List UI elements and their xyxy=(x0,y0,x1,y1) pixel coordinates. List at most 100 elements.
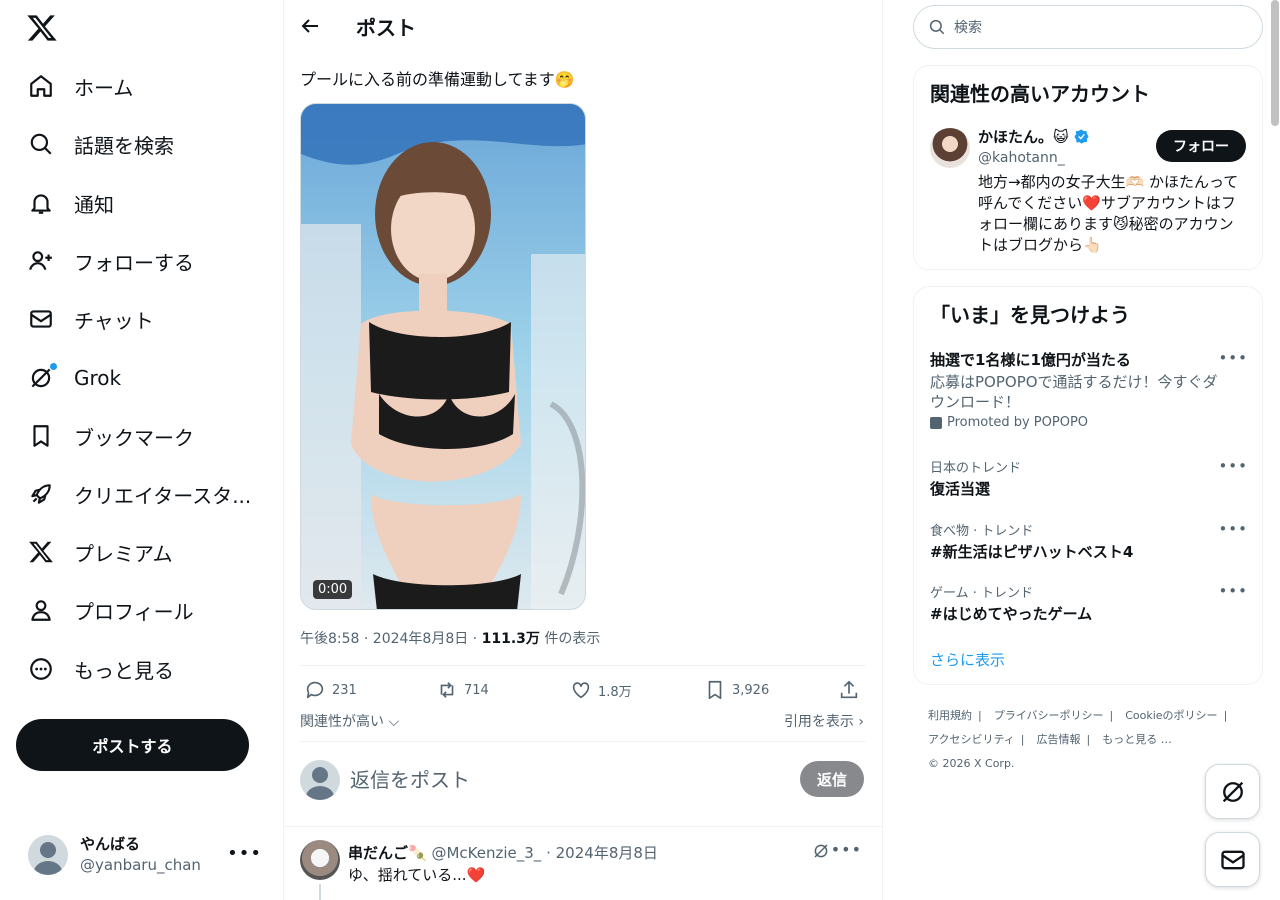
nav-more[interactable]: もっと見る xyxy=(16,644,186,694)
reply-header: 串だんご🍡 @McKenzie_3_ · 2024年8月8日 xyxy=(348,842,658,863)
main-header: ポスト xyxy=(284,0,882,53)
trend-item[interactable]: ••• 抽選で1名様に1億円が当たる 応募はPOPOPOで通話するだけ！今すぐダ… xyxy=(930,349,1248,430)
footer-separator: | xyxy=(1020,733,1025,746)
page-title: ポスト xyxy=(356,16,416,40)
reply-button[interactable]: 返信 xyxy=(800,761,864,797)
footer-link[interactable]: 利用規約 xyxy=(928,709,972,722)
footer-link[interactable]: アクセシビリティ xyxy=(928,733,1015,746)
search-input[interactable]: 検索 xyxy=(913,5,1263,49)
back-arrow-icon[interactable] xyxy=(298,14,322,38)
more-icon[interactable]: ••• xyxy=(831,840,862,859)
thread-line xyxy=(319,884,321,900)
repost-count: 714 xyxy=(464,682,489,698)
nav-bookmarks[interactable]: ブックマーク xyxy=(16,411,206,461)
nav-notifications[interactable]: 通知 xyxy=(16,178,126,228)
trend-item[interactable]: ••• 食べ物 · トレンド #新生活はピザハットベスト4 xyxy=(930,520,1248,562)
sort-label: 関連性が高い xyxy=(300,714,384,730)
mail-icon xyxy=(30,310,52,328)
reply-author-handle[interactable]: @McKenzie_3_ xyxy=(431,844,541,862)
bookmark-icon xyxy=(708,680,722,700)
nav-home[interactable]: ホーム xyxy=(16,61,145,111)
nav-grok[interactable]: Grok xyxy=(16,353,133,403)
like-action[interactable]: 1.8万 xyxy=(570,676,632,704)
nav-follow[interactable]: フォローする xyxy=(16,236,206,286)
rec-name-text: かほたん。😺 xyxy=(978,128,1069,146)
x-logo-icon[interactable] xyxy=(26,12,58,44)
verified-badge-icon xyxy=(1074,129,1089,144)
mail-icon xyxy=(1220,850,1245,869)
promoted-label: Promoted by POPOPO xyxy=(930,415,1248,430)
footer-link[interactable]: Cookieのポリシー xyxy=(1125,709,1217,722)
rec-account-handle[interactable]: @kahotann_ xyxy=(978,150,1065,166)
trend-item[interactable]: ••• ゲーム · トレンド #はじめてやったゲーム xyxy=(930,582,1248,624)
share-icon xyxy=(840,680,858,699)
account-switcher[interactable]: やんばる @yanbaru_chan ••• xyxy=(16,825,274,885)
post-timestamp[interactable]: 午後8:58 · 2024年8月8日 · xyxy=(300,631,482,647)
view-count-suffix: 件の表示 xyxy=(539,631,601,647)
footer-link[interactable]: プライバシーポリシー xyxy=(994,709,1104,722)
footer-link[interactable]: もっと見る … xyxy=(1102,733,1172,746)
messages-fab[interactable] xyxy=(1205,832,1260,887)
avatar[interactable] xyxy=(300,840,340,880)
divider xyxy=(284,826,882,827)
more-icon[interactable]: ••• xyxy=(1218,457,1248,475)
more-icon[interactable]: ••• xyxy=(1218,520,1248,538)
post-text: プールに入る前の準備運動してます🤭 xyxy=(300,70,575,89)
nav-label: チャット xyxy=(74,308,154,333)
like-count: 1.8万 xyxy=(598,684,632,700)
reply-author-name[interactable]: 串だんご🍡 xyxy=(348,844,427,862)
grok-icon[interactable] xyxy=(812,842,830,860)
nav-profile[interactable]: プロフィール xyxy=(16,585,206,635)
rec-account-name[interactable]: かほたん。😺 xyxy=(978,126,1090,147)
nav-explore[interactable]: 話題を検索 xyxy=(16,119,186,169)
more-icon[interactable]: ••• xyxy=(1218,349,1248,367)
video-player[interactable]: 0:00 xyxy=(300,103,586,610)
trend-name: 抽選で1名様に1億円が当たる xyxy=(930,351,1131,369)
reply-count: 231 xyxy=(332,682,357,698)
divider xyxy=(300,741,866,742)
view-quotes-link[interactable]: 引用を表示 › xyxy=(784,711,864,731)
reply-post[interactable]: 串だんご🍡 @McKenzie_3_ · 2024年8月8日 ••• ゆ、揺れて… xyxy=(300,840,866,900)
rec-account-bio: 地方→都内の女子大生🫶🏻 かほたんって呼んでください❤️サブアカウントはフォロー… xyxy=(978,173,1239,254)
notification-dot xyxy=(50,363,57,370)
nav-premium[interactable]: プレミアム xyxy=(16,527,185,577)
trend-description: 応募はPOPOPOで通話するだけ！今すぐダウンロード！ xyxy=(930,373,1218,411)
footer-separator: | xyxy=(978,709,982,722)
card-title: 「いま」を見つけよう xyxy=(930,303,1130,327)
share-action[interactable] xyxy=(838,676,866,704)
avatar[interactable] xyxy=(930,128,970,168)
follow-button[interactable]: フォロー xyxy=(1156,130,1246,162)
more-icon[interactable]: ••• xyxy=(1218,582,1248,600)
trend-name: #はじめてやったゲーム xyxy=(930,605,1093,623)
chevron-down-icon: ⌵ xyxy=(388,714,400,730)
show-more-link[interactable]: さらに表示 xyxy=(930,649,1005,670)
footer-separator: | xyxy=(1223,709,1228,722)
copyright: © 2026 X Corp. xyxy=(928,757,1015,770)
post-meta: 午後8:58 · 2024年8月8日 · 111.3万 件の表示 xyxy=(300,628,600,648)
footer-link[interactable]: 広告情報 xyxy=(1037,733,1081,746)
nav-label: プロフィール xyxy=(74,599,194,624)
trend-item[interactable]: ••• 日本のトレンド 復活当選 xyxy=(930,457,1248,499)
reply-action[interactable]: 231 xyxy=(304,676,357,704)
more-icon[interactable]: ••• xyxy=(227,843,262,864)
trend-category: ゲーム · トレンド xyxy=(930,586,1034,601)
sort-dropdown[interactable]: 関連性が高い ⌵ xyxy=(300,711,399,731)
bookmark-action[interactable]: 3,926 xyxy=(704,676,769,704)
post-button[interactable]: ポストする xyxy=(16,719,249,771)
reply-date[interactable]: 2024年8月8日 xyxy=(556,844,658,862)
nav-creator-studio[interactable]: クリエイタースタ... xyxy=(16,469,263,519)
recommended-accounts-card: 関連性の高いアカウント かほたん。😺 @kahotann_ フォロー 地方→都内… xyxy=(913,65,1263,270)
nav-chat[interactable]: チャット xyxy=(16,294,166,344)
search-icon xyxy=(929,19,945,35)
nav-label: プレミアム xyxy=(74,541,173,566)
reply-input[interactable]: 返信をポスト xyxy=(350,764,470,793)
nav-label: 話題を検索 xyxy=(74,133,174,158)
scrollbar[interactable] xyxy=(1271,0,1279,126)
view-count: 111.3万 xyxy=(481,631,540,647)
footer: 利用規約 | プライバシーポリシー | Cookieのポリシー | アクセシビリティ | 広告… xyxy=(928,704,1258,776)
repost-action[interactable]: 714 xyxy=(436,676,489,704)
grok-fab[interactable] xyxy=(1205,764,1260,819)
heart-icon xyxy=(572,682,590,699)
nav-label: Grok xyxy=(74,366,122,390)
promoted-icon xyxy=(930,416,942,429)
